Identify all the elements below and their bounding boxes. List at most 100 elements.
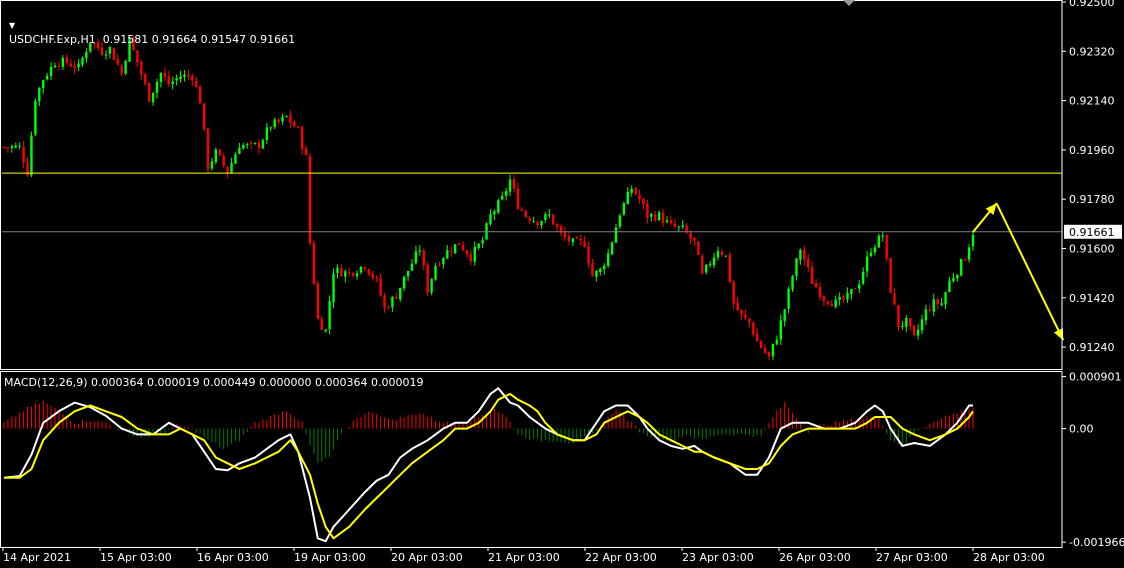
candle-body: [340, 268, 343, 277]
candle-body: [587, 246, 590, 264]
candle-body: [516, 188, 520, 210]
candle-body: [214, 149, 218, 163]
price-tick-label: 0.91240: [1069, 341, 1115, 354]
candle-body: [45, 75, 49, 80]
candle-body: [136, 50, 139, 63]
time-tick-label: 23 Apr 03:00: [682, 551, 754, 564]
candle-body: [446, 249, 449, 259]
candle-body: [771, 343, 775, 357]
candle-body: [618, 215, 622, 227]
candle-body: [810, 267, 814, 284]
candle-body: [842, 296, 845, 300]
candle-body: [238, 147, 241, 154]
candle-body: [610, 242, 614, 255]
candle-body: [69, 63, 72, 67]
candle-body: [920, 319, 924, 331]
macd-tick-label: 0.000901: [1069, 371, 1122, 384]
candle-body: [277, 119, 280, 122]
candle-body: [677, 226, 680, 228]
candle-body: [595, 270, 598, 277]
candle-body: [501, 196, 504, 200]
time-tick-label: 14 Apr 2021: [3, 551, 71, 564]
candle-body: [967, 247, 971, 260]
candle-body: [461, 244, 465, 251]
candle-body: [344, 271, 347, 277]
candle-body: [116, 59, 119, 65]
candle-body: [18, 145, 21, 147]
candle-body: [571, 238, 575, 243]
candle-body: [104, 54, 108, 56]
candle-body: [555, 224, 559, 228]
time-tick-label: 19 Apr 03:00: [294, 551, 366, 564]
candle-body: [838, 296, 841, 300]
candle-body: [249, 143, 253, 145]
collapse-triangle-icon[interactable]: ▼: [9, 21, 15, 30]
candle-body: [399, 287, 402, 300]
price-tick-label: 0.91420: [1069, 292, 1115, 305]
candle-body: [183, 74, 186, 77]
candle-body: [897, 304, 900, 328]
candle-body: [893, 293, 896, 305]
time-tick-label: 27 Apr 03:00: [876, 551, 948, 564]
candle-body: [744, 314, 747, 318]
candle-body: [477, 243, 480, 248]
candle-body: [465, 250, 469, 255]
candle-body: [218, 149, 221, 156]
candle-body: [481, 240, 484, 244]
candle-body: [752, 322, 755, 335]
candle-body: [293, 121, 296, 127]
candle-body: [410, 263, 414, 271]
candle-body: [469, 254, 473, 262]
candle-body: [960, 259, 963, 276]
candle-body: [53, 65, 57, 68]
candle-body: [273, 119, 276, 128]
candle-body: [230, 163, 233, 174]
candle-body: [763, 347, 767, 353]
candle-body: [626, 191, 629, 205]
candle-body: [6, 147, 10, 149]
price-tick-label: 0.91960: [1069, 144, 1115, 157]
candle-body: [402, 276, 406, 289]
candle-body: [151, 92, 155, 103]
candle-body: [379, 278, 382, 296]
candle-body: [873, 247, 877, 253]
candle-body: [312, 243, 316, 284]
candle-body: [49, 66, 53, 76]
candle-body: [850, 288, 853, 295]
candle-body: [253, 142, 257, 144]
candle-body: [642, 198, 645, 205]
price-tick-label: 0.92320: [1069, 45, 1115, 58]
candle-body: [497, 200, 500, 213]
candle-body: [532, 220, 535, 222]
candle-body: [846, 293, 849, 300]
candle-body: [10, 146, 14, 148]
candle-body: [599, 268, 602, 272]
candle-body: [536, 221, 539, 226]
candle-body: [453, 244, 457, 254]
candle-body: [673, 223, 677, 227]
candle-body: [147, 83, 151, 102]
time-tick-label: 16 Apr 03:00: [197, 551, 269, 564]
candle-body: [869, 252, 873, 256]
candle-body: [222, 155, 225, 166]
candle-body: [701, 255, 704, 274]
macd-header: MACD(12,26,9) 0.000364 0.000019 0.000449…: [4, 376, 424, 389]
symbol-header: ▼ USDCHF.Exp,H1 0.91581 0.91664 0.91547 …: [2, 4, 295, 47]
candle-body: [728, 254, 731, 283]
candle-body: [195, 81, 198, 87]
candle-body: [540, 220, 543, 226]
candle-body: [963, 259, 967, 261]
candle-body: [265, 127, 269, 140]
time-tick-label: 22 Apr 03:00: [585, 551, 657, 564]
candle-body: [928, 309, 932, 311]
candle-body: [320, 318, 323, 330]
candle-body: [144, 74, 147, 84]
time-tick-label: 28 Apr 03:00: [973, 551, 1045, 564]
candle-body: [285, 115, 288, 117]
candle-body: [120, 65, 123, 74]
candle-body: [732, 281, 735, 304]
macd-tick-label: 0.00: [1069, 423, 1094, 436]
candle-body: [442, 258, 445, 265]
price-tick-label: 0.91600: [1069, 242, 1115, 255]
candle-body: [159, 72, 163, 83]
